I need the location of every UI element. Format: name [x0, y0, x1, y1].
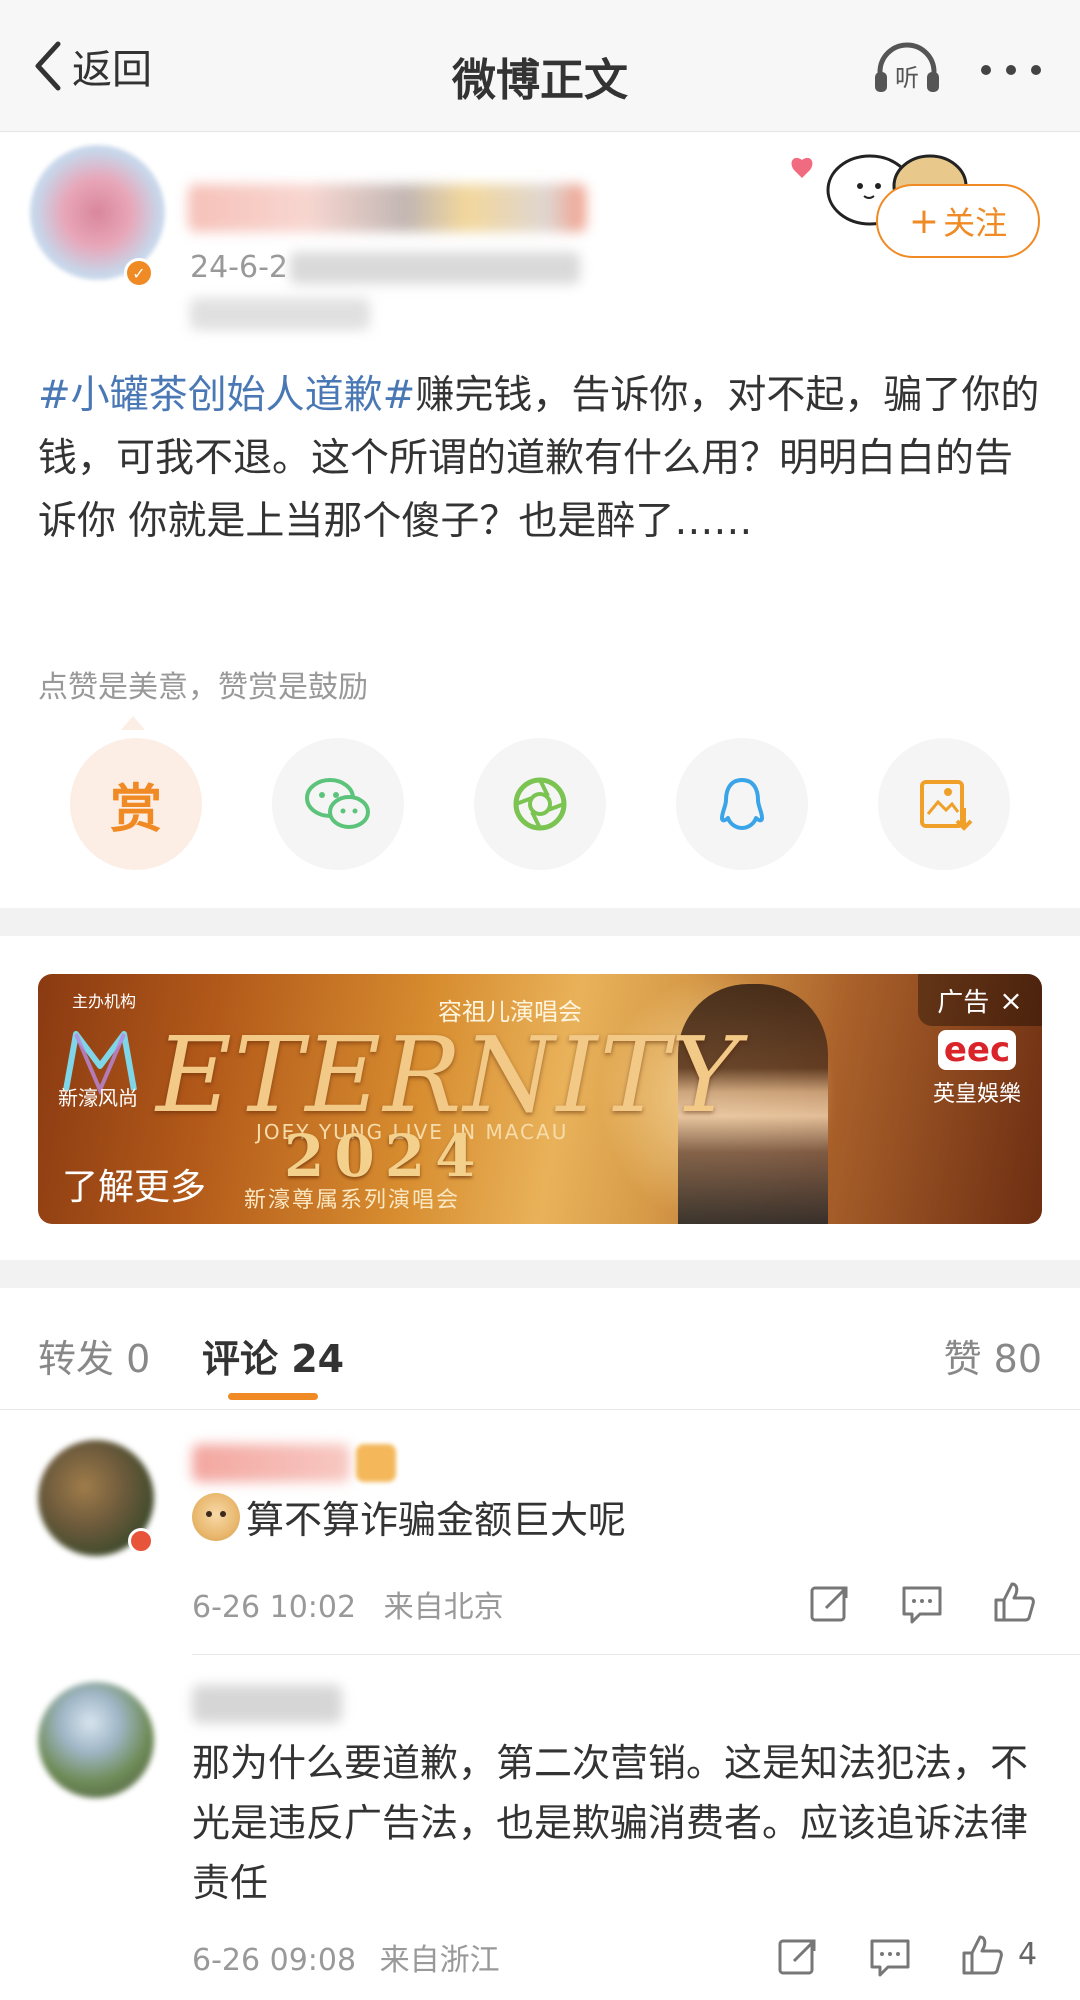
share-wechat-button[interactable] [272, 738, 404, 870]
listen-label: 听 [895, 64, 919, 92]
close-icon: × [999, 983, 1023, 1017]
commenter-level-icon [356, 1444, 396, 1482]
thumbs-up-icon[interactable] [960, 1933, 1004, 1977]
reward-caret [121, 716, 145, 730]
post-body: #小罐茶创始人道歉#赚完钱，告诉你，对不起，骗了你的钱，可我不退。这个所谓的道歉… [38, 364, 1048, 553]
reward-hint: 点赞是美意，赞赏是鼓励 [38, 670, 368, 705]
ad-title: ETERNITY [156, 1014, 742, 1136]
reward-button[interactable]: 赏 [70, 738, 202, 870]
ad-banner[interactable]: 主办机构 新濠风尚 容祖儿演唱会 ETERNITY JOEY YUNG LIVE… [38, 974, 1042, 1224]
interaction-tabs: 转发 0 评论 24 赞 80 [0, 1288, 1080, 1410]
reply-icon[interactable] [900, 1582, 944, 1626]
share-qq-button[interactable] [676, 738, 808, 870]
ad-organizer: 主办机构 [72, 992, 137, 1011]
comment-text-content: 算不算诈骗金额巨大呢 [246, 1498, 627, 1542]
post-date: 24-6-2 [190, 250, 288, 285]
comment-divider [192, 1654, 1080, 1655]
ad-logo-text: 新濠风尚 [58, 1086, 138, 1110]
like-count: 4 [1018, 1937, 1038, 1972]
comment-location: 来自北京 [383, 1590, 504, 1625]
commenter-name-redacted[interactable] [192, 1685, 342, 1723]
follow-button[interactable]: + 关注 [876, 184, 1040, 258]
share-moments-button[interactable] [474, 738, 606, 870]
verified-badge: ✓ [124, 258, 154, 288]
doge-emoji-icon [192, 1493, 240, 1541]
comment-time: 6-26 10:02 [192, 1590, 357, 1625]
comment-location: 来自浙江 [379, 1943, 500, 1978]
commenter-name-redacted[interactable] [192, 1444, 350, 1482]
section-separator [0, 1260, 1080, 1288]
active-tab-indicator [228, 1393, 318, 1400]
reward-label: 赏 [109, 779, 162, 840]
reply-icon[interactable] [868, 1935, 912, 1979]
repost-icon[interactable] [808, 1582, 852, 1626]
tab-likes[interactable]: 赞 80 [944, 1328, 1042, 1383]
ad-tag-label: 广告 [937, 987, 990, 1018]
tab-comments[interactable]: 评论 24 [202, 1328, 344, 1383]
repost-icon[interactable] [776, 1935, 820, 1979]
tab-repost[interactable]: 转发 0 [38, 1328, 150, 1383]
section-separator [0, 908, 1080, 936]
ad-brand: eec 英皇娛樂 [922, 1030, 1032, 1108]
wechat-icon [305, 778, 370, 829]
chevron-left-icon [35, 41, 61, 91]
author-name-redacted[interactable] [188, 184, 586, 232]
save-image-button[interactable] [878, 738, 1010, 870]
hashtag-link[interactable]: #小罐茶创始人道歉# [38, 373, 415, 418]
back-button[interactable]: 返回 [28, 38, 152, 94]
moments-shutter-icon [513, 777, 567, 831]
more-button[interactable] [976, 56, 1046, 84]
comment-text: 那为什么要道歉，第二次营销。这是知法犯法，不光是违反广告法，也是欺骗消费者。应该… [192, 1741, 1029, 1905]
ad-close-tag[interactable]: 广告 × [918, 974, 1042, 1026]
share-row: 赏 [0, 738, 1080, 873]
commenter-badge [128, 1528, 154, 1554]
ad-subtitle-bottom: 新濠尊属系列演唱会 [244, 1188, 461, 1213]
post-source-redacted [190, 298, 370, 330]
back-label: 返回 [72, 47, 152, 93]
headphones-icon: 听 [875, 42, 939, 92]
more-dots-icon [981, 65, 1041, 75]
comment-time: 6-26 09:08 [192, 1943, 357, 1978]
ad-brand-logo: eec [937, 1030, 1017, 1070]
save-image-icon [920, 780, 973, 831]
ad-brand-name: 英皇娛樂 [932, 1082, 1021, 1107]
qq-penguin-icon [720, 778, 764, 830]
comment-meta: 6-26 09:08 来自浙江 [192, 1935, 500, 1979]
post-meta-redacted [290, 252, 580, 284]
plus-icon: + [908, 200, 940, 242]
top-navbar: 返回 微博正文 听 [0, 0, 1080, 132]
listen-button[interactable]: 听 [872, 42, 942, 96]
ad-year: 2024 [284, 1122, 486, 1190]
follow-label: 关注 [943, 204, 1008, 242]
commenter-avatar[interactable] [38, 1682, 154, 1798]
ad-learn-more[interactable]: 了解更多 [62, 1158, 206, 1210]
comment-text: 算不算诈骗金额巨大呢 [192, 1490, 1042, 1550]
comment-meta: 6-26 10:02 来自北京 [192, 1582, 504, 1626]
thumbs-up-icon[interactable] [992, 1580, 1036, 1624]
